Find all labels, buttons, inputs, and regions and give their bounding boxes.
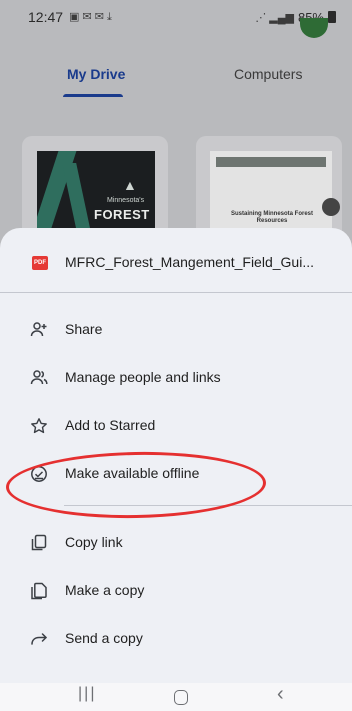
star-outline-icon: [30, 417, 48, 435]
menu-item-add-starred[interactable]: Add to Starred: [0, 402, 352, 448]
notification-icons: ▣ ✉ ✉ ⤓: [69, 11, 112, 23]
menu-item-manage-people[interactable]: Manage people and links: [0, 354, 352, 400]
menu-item-share[interactable]: Share: [0, 306, 352, 352]
pdf-file-icon: PDF: [32, 256, 48, 270]
tab-computers[interactable]: Computers: [234, 66, 302, 82]
home-icon[interactable]: [174, 690, 188, 705]
thumbnail-title: Sustaining Minnesota Forest Resources: [230, 211, 313, 224]
menu-item-label: Share: [65, 321, 103, 337]
forward-arrow-icon: [30, 630, 48, 648]
drive-tabs: My Drive Computers: [0, 50, 352, 100]
divider: [0, 292, 352, 293]
thumbnail-title: FOREST: [94, 207, 150, 222]
wifi-signal-icon: ⋰ ▂▄▆: [255, 11, 294, 24]
tab-selected-indicator: [63, 94, 123, 97]
back-icon[interactable]: ‹: [277, 683, 284, 706]
status-time: 12:47: [28, 9, 64, 25]
status-bar: 12:47 ▣ ✉ ✉ ⤓ ⋰ ▂▄▆ 85%: [0, 0, 352, 34]
menu-item-copy-link[interactable]: Copy link: [0, 519, 352, 565]
menu-item-label: Send a copy: [65, 630, 143, 646]
file-name: MFRC_Forest_Mangement_Field_Gui...: [65, 254, 314, 270]
people-icon: [30, 369, 48, 387]
menu-item-label: Add to Starred: [65, 417, 156, 433]
thumbnail-caption: Minnesota's: [107, 197, 145, 204]
file-copy-icon: [30, 582, 48, 600]
battery-icon: [328, 11, 336, 23]
menu-item-label: Copy link: [65, 534, 123, 550]
person-add-icon: [30, 321, 48, 339]
copy-link-icon: [30, 534, 48, 552]
account-avatar[interactable]: [300, 18, 328, 38]
tab-my-drive[interactable]: My Drive: [67, 66, 125, 82]
menu-item-make-copy[interactable]: Make a copy: [0, 567, 352, 613]
menu-item-send-copy[interactable]: Send a copy: [0, 615, 352, 661]
tree-icon: ▲: [123, 177, 137, 193]
menu-item-label: Make a copy: [65, 582, 145, 598]
sheet-header: PDF MFRC_Forest_Mangement_Field_Gui...: [0, 228, 352, 291]
system-navigation-bar: ||| ‹: [0, 683, 352, 711]
file-type-badge: [322, 198, 340, 216]
menu-item-label: Manage people and links: [65, 369, 221, 385]
recents-icon[interactable]: |||: [78, 685, 96, 703]
